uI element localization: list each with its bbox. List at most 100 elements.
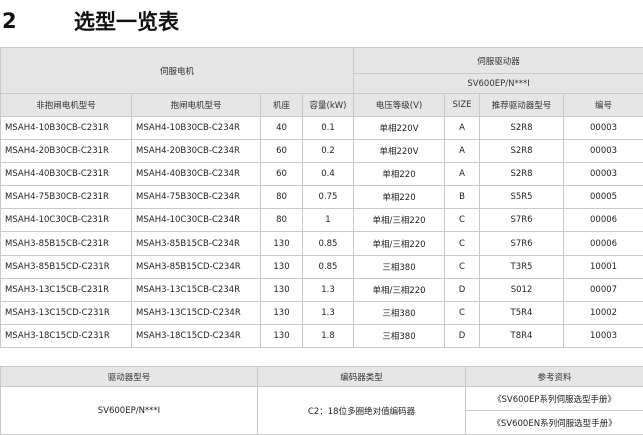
recommended-drive-cell: S7R6	[480, 232, 564, 255]
brake-model-cell: MSAH3-13C15CB-C234R	[132, 278, 261, 301]
non-brake-model-cell: MSAH4-40B30CB-C231R	[1, 163, 132, 186]
recommended-drive-cell: S2R8	[480, 140, 564, 163]
selection-table: 伺服电机 伺服驱动器 SV600EP/N***I 非抱闸电机型号 抱闸电机型号 …	[0, 47, 643, 348]
reference-doc-link: 《SV600EP系列伺服选型手册》	[466, 387, 643, 411]
capacity-cell: 1.3	[303, 278, 354, 301]
col-header-encoder-type: 编码器类型	[258, 367, 466, 387]
capacity-cell: 1.3	[303, 301, 354, 324]
frame-cell: 130	[261, 324, 303, 347]
capacity-cell: 1	[303, 209, 354, 232]
frame-cell: 40	[261, 117, 303, 140]
code-cell: 00006	[564, 232, 643, 255]
table-row: MSAH3-18C15CD-C231RMSAH3-18C15CD-C234R13…	[1, 324, 643, 347]
recommended-drive-cell: S2R8	[480, 163, 564, 186]
section-title: 选型一览表	[74, 6, 179, 36]
recommended-drive-cell: S012	[480, 278, 564, 301]
voltage-cell: 单相/三相220	[354, 232, 445, 255]
voltage-cell: 三相380	[354, 301, 445, 324]
brake-model-cell: MSAH3-18C15CD-C234R	[132, 324, 261, 347]
size-cell: A	[445, 117, 480, 140]
col-header-voltage: 电压等级(V)	[354, 94, 445, 117]
recommended-drive-cell: T5R4	[480, 301, 564, 324]
code-cell: 10001	[564, 255, 643, 278]
col-header-frame: 机座	[261, 94, 303, 117]
voltage-cell: 三相380	[354, 324, 445, 347]
drive-info-table: 驱动器型号 编码器类型 参考资料 SV600EP/N***I C2：18位多圈绝…	[0, 366, 643, 435]
frame-cell: 130	[261, 278, 303, 301]
table-row: MSAH4-10B30CB-C231RMSAH4-10B30CB-C234R40…	[1, 117, 643, 140]
capacity-cell: 0.1	[303, 117, 354, 140]
frame-cell: 60	[261, 163, 303, 186]
capacity-cell: 0.85	[303, 232, 354, 255]
code-cell: 00003	[564, 163, 643, 186]
non-brake-model-cell: MSAH4-20B30CB-C231R	[1, 140, 132, 163]
servo-motor-group-header: 伺服电机	[1, 48, 354, 94]
capacity-cell: 0.75	[303, 186, 354, 209]
voltage-cell: 单相220	[354, 163, 445, 186]
size-cell: D	[445, 278, 480, 301]
code-cell: 00005	[564, 186, 643, 209]
capacity-cell: 0.85	[303, 255, 354, 278]
recommended-drive-cell: T3R5	[480, 255, 564, 278]
brake-model-cell: MSAH4-20B30CB-C234R	[132, 140, 261, 163]
size-cell: C	[445, 209, 480, 232]
brake-model-cell: MSAH3-13C15CD-C234R	[132, 301, 261, 324]
size-cell: A	[445, 140, 480, 163]
table-row: MSAH4-20B30CB-C231RMSAH4-20B30CB-C234R60…	[1, 140, 643, 163]
code-cell: 10003	[564, 324, 643, 347]
col-header-references: 参考资料	[466, 367, 643, 387]
non-brake-model-cell: MSAH3-18C15CD-C231R	[1, 324, 132, 347]
col-header-capacity: 容量(kW)	[303, 94, 354, 117]
voltage-cell: 单相220V	[354, 117, 445, 140]
brake-model-cell: MSAH4-40B30CB-C234R	[132, 163, 261, 186]
table-row: MSAH4-10C30CB-C231RMSAH4-10C30CB-C234R80…	[1, 209, 643, 232]
capacity-cell: 0.2	[303, 140, 354, 163]
size-cell: B	[445, 186, 480, 209]
table-row: MSAH4-40B30CB-C231RMSAH4-40B30CB-C234R60…	[1, 163, 643, 186]
frame-cell: 60	[261, 140, 303, 163]
voltage-cell: 单相220V	[354, 140, 445, 163]
non-brake-model-cell: MSAH3-13C15CD-C231R	[1, 301, 132, 324]
size-cell: C	[445, 232, 480, 255]
code-cell: 00006	[564, 209, 643, 232]
size-cell: C	[445, 301, 480, 324]
table-row: MSAH4-75B30CB-C231RMSAH4-75B30CB-C234R80…	[1, 186, 643, 209]
reference-doc-link: 《SV600EN系列伺服选型手册》	[466, 411, 643, 435]
brake-model-cell: MSAH3-85B15CD-C234R	[132, 255, 261, 278]
code-cell: 00003	[564, 117, 643, 140]
col-header-size: SIZE	[445, 94, 480, 117]
size-cell: C	[445, 255, 480, 278]
voltage-cell: 单相/三相220	[354, 209, 445, 232]
table-row: MSAH3-13C15CB-C231RMSAH3-13C15CB-C234R13…	[1, 278, 643, 301]
size-cell: A	[445, 163, 480, 186]
size-cell: D	[445, 324, 480, 347]
brake-model-cell: MSAH4-75B30CB-C234R	[132, 186, 261, 209]
frame-cell: 130	[261, 301, 303, 324]
section-number: 2	[0, 9, 74, 33]
code-cell: 00007	[564, 278, 643, 301]
frame-cell: 80	[261, 209, 303, 232]
brake-model-cell: MSAH3-85B15CB-C234R	[132, 232, 261, 255]
col-header-recommended-drive: 推荐驱动器型号	[480, 94, 564, 117]
voltage-cell: 单相/三相220	[354, 278, 445, 301]
non-brake-model-cell: MSAH4-75B30CB-C231R	[1, 186, 132, 209]
brake-model-cell: MSAH4-10C30CB-C234R	[132, 209, 261, 232]
non-brake-model-cell: MSAH3-85B15CD-C231R	[1, 255, 132, 278]
drive-model-cell: SV600EP/N***I	[1, 387, 258, 435]
table-row: MSAH3-85B15CD-C231RMSAH3-85B15CD-C234R13…	[1, 255, 643, 278]
capacity-cell: 0.4	[303, 163, 354, 186]
code-cell: 10002	[564, 301, 643, 324]
non-brake-model-cell: MSAH4-10C30CB-C231R	[1, 209, 132, 232]
non-brake-model-cell: MSAH3-13C15CB-C231R	[1, 278, 132, 301]
voltage-cell: 单相220	[354, 186, 445, 209]
code-cell: 00003	[564, 140, 643, 163]
recommended-drive-cell: T8R4	[480, 324, 564, 347]
drive-series-header: SV600EP/N***I	[354, 74, 643, 94]
frame-cell: 130	[261, 232, 303, 255]
encoder-type-cell: C2：18位多圈绝对值编码器	[258, 387, 466, 435]
table-row: MSAH3-13C15CD-C231RMSAH3-13C15CD-C234R13…	[1, 301, 643, 324]
table-row: MSAH3-85B15CB-C231RMSAH3-85B15CB-C234R13…	[1, 232, 643, 255]
servo-drive-group-header: 伺服驱动器	[354, 48, 643, 74]
capacity-cell: 1.8	[303, 324, 354, 347]
non-brake-model-cell: MSAH3-85B15CB-C231R	[1, 232, 132, 255]
